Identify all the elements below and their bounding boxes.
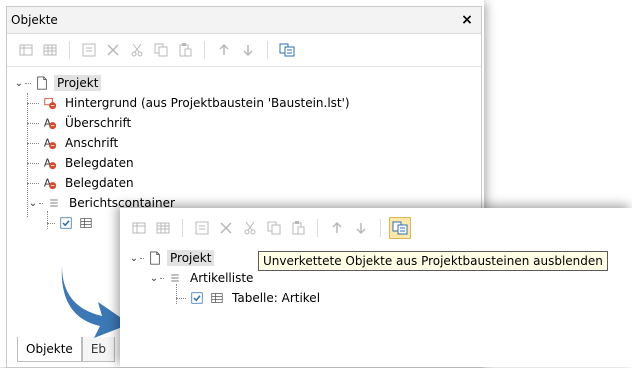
close-icon[interactable]: × [459,12,475,28]
hide-unlinked-objects-button[interactable] [389,217,411,239]
text-object-icon: A [42,115,58,131]
text-object-icon: A [42,135,58,151]
hide-unlinked-objects-icon[interactable] [276,39,298,61]
new-object-icon[interactable] [128,217,150,239]
tree-item-label: Artikelliste [190,271,254,285]
tree-connector [160,277,164,279]
toolbar-separator [267,41,268,59]
text-object-icon: A [42,155,58,171]
toolbar-separator [182,219,183,237]
properties-icon[interactable] [191,217,213,239]
panel-titlebar: Objekte × [7,7,481,34]
copy-icon[interactable] [263,217,285,239]
arrow-up-icon[interactable] [213,39,235,61]
table-icon [209,290,225,306]
detail-toolbar [120,208,632,248]
chevron-down-icon[interactable]: ⌄ [128,253,140,264]
new-object-icon[interactable] [15,39,37,61]
container-icon [167,270,183,286]
toolbar-separator [317,219,318,237]
tree-row[interactable]: A Anschrift [7,133,481,153]
tree-item-label: Belegdaten [65,156,134,170]
tree-connector [140,257,144,259]
panel-title: Objekte [11,13,58,27]
container-icon [46,195,62,211]
tree-row[interactable]: A Überschrift [7,113,481,133]
chevron-down-icon[interactable]: ⌄ [13,78,25,89]
tree-row[interactable]: A Belegdaten [7,153,481,173]
tree-connector [25,82,31,84]
new-table-icon[interactable] [39,39,61,61]
delete-icon[interactable] [215,217,237,239]
panel-toolbar [7,34,481,67]
tree-connector [27,182,39,184]
tree-connector [27,122,39,124]
tree-item-label: Belegdaten [65,176,134,190]
paste-icon[interactable] [287,217,309,239]
tree-item-label: Projekt [167,250,215,266]
arrow-down-icon[interactable] [350,217,372,239]
arrow-up-icon[interactable] [326,217,348,239]
tree-item-label: Projekt [54,75,102,91]
tree-row-project[interactable]: ⌄ Projekt [7,73,481,93]
tree-row-table[interactable]: Tabelle: Artikel [120,288,632,308]
tree-item-label: Anschrift [65,136,119,150]
document-icon [147,250,163,266]
linked-object-icon [42,95,58,111]
checkbox-checked-icon[interactable] [189,290,205,306]
tooltip: Unverkettete Objekte aus Projektbaustein… [258,251,608,271]
arrow-down-icon[interactable] [237,39,259,61]
document-icon [34,75,50,91]
tree-connector [27,162,39,164]
objects-panel-detail: ⌄ Projekt ⌄ Artikelliste Tabelle: Artike… [120,208,632,367]
paste-icon[interactable] [174,39,196,61]
tree-item-label: Überschrift [65,116,132,130]
properties-icon[interactable] [78,39,100,61]
checkbox-checked-icon[interactable] [58,215,74,231]
text-object-icon: A [42,175,58,191]
cut-icon[interactable] [239,217,261,239]
toolbar-separator [69,41,70,59]
delete-icon[interactable] [102,39,124,61]
cut-icon[interactable] [126,39,148,61]
tree-item-label: Hintergrund (aus Projektbaustein 'Bauste… [65,96,350,110]
tree-connector [27,102,39,104]
tree-row-list[interactable]: ⌄ Artikelliste [120,268,632,288]
tree-connector [27,142,39,144]
tree-connector [176,297,186,299]
tree-connector [47,222,55,224]
toolbar-separator [380,219,381,237]
tree-connector [39,202,43,204]
tree-item-label: Tabelle: Artikel [232,291,321,305]
tree-row[interactable]: Hintergrund (aus Projektbaustein 'Bauste… [7,93,481,113]
table-icon [78,215,94,231]
toolbar-separator [204,41,205,59]
copy-icon[interactable] [150,39,172,61]
chevron-down-icon[interactable]: ⌄ [27,198,39,209]
tree-row[interactable]: A Belegdaten [7,173,481,193]
new-table-icon[interactable] [152,217,174,239]
chevron-down-icon[interactable]: ⌄ [148,273,160,284]
